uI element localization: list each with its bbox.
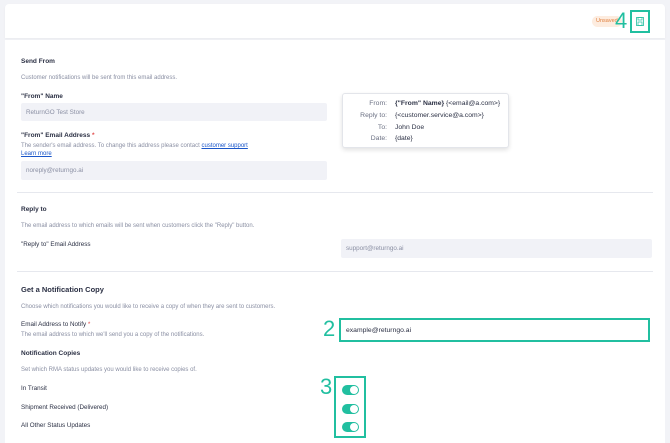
- toggles-group: [334, 376, 366, 438]
- reply-to-input[interactable]: support@returngo.ai: [341, 239, 652, 258]
- preview-value: {"From" Name} {<email@a.com>}: [395, 100, 500, 107]
- divider: [17, 192, 653, 193]
- notification-copies-description: Set which RMA status updates you would l…: [21, 367, 197, 373]
- preview-value: {date}: [395, 135, 413, 142]
- required-mark: *: [91, 132, 95, 139]
- from-name-input[interactable]: ReturnGO Test Store: [21, 103, 327, 121]
- preview-key: From:: [369, 100, 387, 107]
- step-number-3: 3: [320, 374, 333, 399]
- notification-copy-title: Get a Notification Copy: [21, 285, 104, 294]
- reply-to-title: Reply to: [21, 206, 47, 213]
- notify-email-label-text: Email Address to Notify: [21, 321, 87, 328]
- save-icon: [636, 17, 644, 26]
- from-name-value: ReturnGO Test Store: [26, 108, 85, 116]
- learn-more-link[interactable]: Learn more: [21, 151, 52, 157]
- notify-email-value: example@returngo.ai: [346, 327, 412, 334]
- customer-support-link[interactable]: customer support: [201, 143, 247, 149]
- notify-email-help: The email address to which we'll send yo…: [21, 332, 205, 338]
- email-preview-card: From: {"From" Name} {<email@a.com>} Repl…: [342, 93, 509, 148]
- step-number-2: 2: [323, 316, 336, 341]
- toggle-shipment-received[interactable]: [342, 404, 359, 414]
- notification-copies-title: Notification Copies: [21, 350, 81, 357]
- notification-copy-description: Choose which notifications you would lik…: [21, 304, 276, 310]
- from-email-label-text: "From" Email Address: [21, 132, 91, 139]
- reply-to-value: support@returngo.ai: [346, 245, 404, 252]
- send-from-description: Customer notifications will be sent from…: [21, 75, 178, 81]
- toggle-knob: [350, 405, 358, 413]
- toggle-knob: [350, 423, 358, 431]
- toggle-in-transit[interactable]: [342, 385, 359, 395]
- preview-value-bold: {"From" Name}: [395, 100, 445, 107]
- from-email-help: The sender's email address. To change th…: [21, 143, 248, 149]
- from-name-label: "From" Name: [21, 93, 63, 100]
- divider: [17, 271, 653, 272]
- from-email-help-text: The sender's email address. To change th…: [21, 143, 200, 149]
- notify-email-label: Email Address to Notify *: [21, 321, 90, 328]
- from-email-label: "From" Email Address *: [21, 132, 94, 139]
- toggle-label-other-updates: All Other Status Updates: [21, 422, 91, 429]
- toggle-other-updates[interactable]: [342, 422, 359, 432]
- preview-value: {<customer.service@a.com>}: [395, 112, 484, 119]
- reply-to-description: The email address to which emails will b…: [21, 223, 255, 229]
- reply-to-field-label: "Reply to" Email Address: [21, 241, 91, 248]
- from-email-value: noreply@returngo.ai: [26, 167, 84, 174]
- preview-value: John Doe: [395, 124, 425, 131]
- toggle-label-in-transit: In Transit: [21, 385, 47, 392]
- preview-key: Reply to:: [360, 112, 387, 119]
- required-mark: *: [87, 321, 91, 328]
- toggle-label-shipment-received: Shipment Received (Delivered): [21, 404, 109, 411]
- toggle-knob: [350, 386, 358, 394]
- step-number-4: 4: [615, 8, 628, 33]
- notify-email-input[interactable]: example@returngo.ai: [339, 318, 650, 342]
- preview-key: To:: [377, 124, 387, 131]
- from-email-input[interactable]: noreply@returngo.ai: [21, 161, 327, 180]
- preview-value-text: {<email@a.com>}: [446, 100, 501, 107]
- send-from-title: Send From: [21, 58, 55, 65]
- save-button[interactable]: [630, 10, 650, 33]
- preview-key: Date:: [370, 135, 387, 142]
- top-bar: [5, 4, 665, 38]
